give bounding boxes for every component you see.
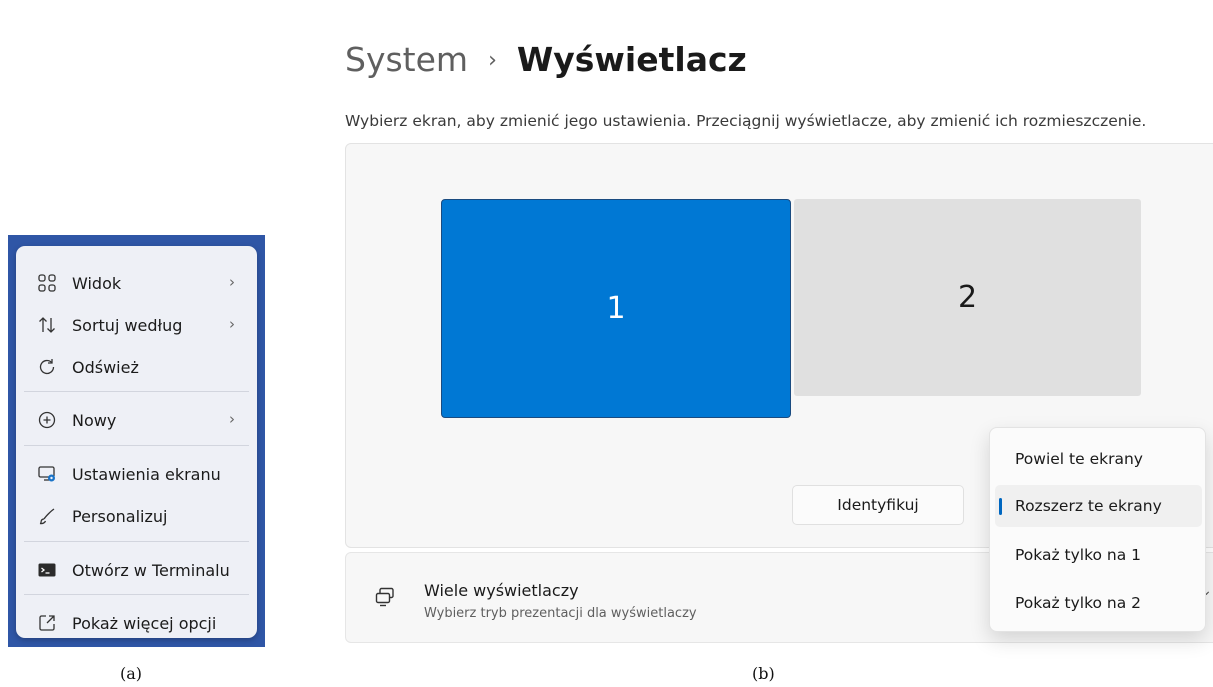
page-title: Wyświetlacz xyxy=(516,40,747,79)
monitor-number: 2 xyxy=(957,280,978,315)
option-duplicate-displays[interactable]: Powiel te ekrany xyxy=(995,438,1202,480)
chevron-right-icon: › xyxy=(229,273,235,291)
menu-item-label: Otwórz w Terminalu xyxy=(72,560,230,580)
chevron-right-icon: › xyxy=(229,410,235,428)
option-label: Pokaż tylko na 2 xyxy=(1015,594,1142,612)
menu-item-show-more-options[interactable]: Pokaż więcej opcji xyxy=(16,603,257,643)
caption-b: (b) xyxy=(752,664,775,683)
option-extend-displays[interactable]: Rozszerz te ekrany xyxy=(995,485,1202,527)
identify-button[interactable]: Identyfikuj xyxy=(792,485,964,525)
menu-item-personalize[interactable]: Personalizuj xyxy=(16,496,257,536)
menu-item-new[interactable]: Nowy › xyxy=(16,400,257,440)
chevron-right-icon: › xyxy=(229,315,235,333)
refresh-icon xyxy=(36,356,58,378)
desktop-context-menu-panel: Widok › Sortuj według › Odśwież Nowy › U… xyxy=(8,235,265,647)
menu-separator xyxy=(24,391,249,392)
open-external-icon xyxy=(36,612,58,634)
display-settings-icon xyxy=(36,463,58,485)
instructions-text: Wybierz ekran, aby zmienić jego ustawien… xyxy=(345,112,1147,130)
option-label: Rozszerz te ekrany xyxy=(1015,497,1162,515)
add-circle-icon xyxy=(36,409,58,431)
option-label: Powiel te ekrany xyxy=(1015,450,1143,468)
menu-item-display-settings[interactable]: Ustawienia ekranu xyxy=(16,454,257,494)
multiple-displays-icon xyxy=(374,586,396,608)
display-settings-panel: System › Wyświetlacz Wybierz ekran, aby … xyxy=(325,0,1213,650)
menu-item-label: Nowy xyxy=(72,410,117,430)
multiple-displays-title: Wiele wyświetlaczy xyxy=(424,581,579,600)
sort-arrows-icon xyxy=(36,314,58,336)
brush-icon xyxy=(36,505,58,527)
menu-item-label: Ustawienia ekranu xyxy=(72,464,221,484)
multiple-displays-description: Wybierz tryb prezentacji dla wyświetlacz… xyxy=(424,606,697,621)
monitor-2-tile[interactable]: 2 xyxy=(794,199,1141,396)
breadcrumb-system[interactable]: System xyxy=(345,40,468,79)
caption-a: (a) xyxy=(120,664,143,683)
option-label: Pokaż tylko na 1 xyxy=(1015,546,1142,564)
menu-item-sort-by[interactable]: Sortuj według › xyxy=(16,305,257,345)
menu-item-label: Sortuj według xyxy=(72,315,183,335)
menu-item-label: Personalizuj xyxy=(72,506,168,526)
breadcrumb: System › Wyświetlacz xyxy=(345,40,747,79)
terminal-icon xyxy=(36,559,58,581)
menu-item-label: Pokaż więcej opcji xyxy=(72,613,217,633)
display-mode-dropdown: Powiel te ekrany Rozszerz te ekrany Poka… xyxy=(989,427,1206,632)
context-menu: Widok › Sortuj według › Odśwież Nowy › U… xyxy=(16,246,257,638)
menu-separator xyxy=(24,594,249,595)
option-show-only-1[interactable]: Pokaż tylko na 1 xyxy=(995,534,1202,576)
grid-view-icon xyxy=(36,272,58,294)
option-show-only-2[interactable]: Pokaż tylko na 2 xyxy=(995,582,1202,624)
menu-item-refresh[interactable]: Odśwież xyxy=(16,347,257,387)
menu-separator xyxy=(24,541,249,542)
menu-item-view[interactable]: Widok › xyxy=(16,263,257,303)
monitor-1-tile[interactable]: 1 xyxy=(441,199,791,418)
menu-item-label: Odśwież xyxy=(72,357,139,377)
selected-indicator xyxy=(999,498,1002,515)
breadcrumb-separator: › xyxy=(488,48,497,73)
menu-item-open-terminal[interactable]: Otwórz w Terminalu xyxy=(16,550,257,590)
menu-item-label: Widok xyxy=(72,273,122,293)
monitor-number: 1 xyxy=(606,291,626,326)
menu-separator xyxy=(24,445,249,446)
